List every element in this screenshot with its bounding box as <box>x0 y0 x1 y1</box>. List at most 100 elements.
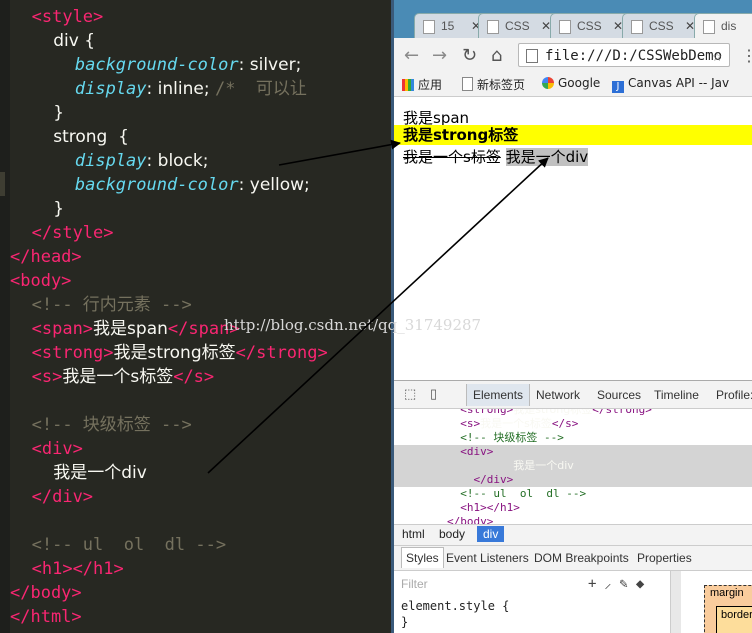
page-icon <box>487 20 499 34</box>
dom-tree[interactable]: <strong>我是strong标签</strong> <s>我是一个s标签</… <box>394 409 752 525</box>
inline-line: 我是一个s标签 我是一个div <box>403 146 589 167</box>
code-line: </html> <box>10 607 82 627</box>
code-line: background-color: silver; <box>74 55 302 75</box>
styles-subtabs: Styles Event Listeners DOM Breakpoints P… <box>394 546 752 571</box>
dom-node[interactable]: <div> <box>394 445 752 459</box>
forward-icon[interactable]: → <box>432 45 447 66</box>
tab-label: CSS <box>505 19 530 33</box>
code-line: background-color: yellow; <box>74 175 310 195</box>
tab-strip: 15 ✕ CSS ✕ CSS ✕ CSS ✕ dis <box>394 0 752 38</box>
device-icon[interactable]: ▯ <box>430 386 444 401</box>
crumb-body[interactable]: body <box>439 527 465 541</box>
address-bar[interactable]: file:///D:/CSSWebDemo <box>518 43 730 67</box>
tab-sources[interactable]: Sources <box>597 388 641 402</box>
browser-tab-active[interactable]: dis <box>694 13 752 38</box>
code-line: <s>我是一个s标签</s> <box>31 367 215 387</box>
dom-node[interactable]: <!-- 块级标签 --> <box>394 431 752 445</box>
s-element: 我是一个s标签 <box>403 148 501 166</box>
browser-tab[interactable]: CSS ✕ <box>622 13 702 38</box>
box-margin: margin border <box>704 585 752 633</box>
code-line: </style> <box>31 223 114 243</box>
back-icon[interactable]: ← <box>404 45 419 66</box>
bookmark-google[interactable]: Google <box>542 76 600 90</box>
code-line: 我是一个div <box>10 463 147 483</box>
div-element: 我是一个div <box>505 148 589 166</box>
page-icon <box>526 49 538 63</box>
tab-label: CSS <box>577 19 602 33</box>
menu-icon[interactable]: ⋮ <box>741 46 752 65</box>
code-line: display: inline; /* 可以让 <box>74 79 307 99</box>
google-icon <box>542 77 554 89</box>
browser-toolbar: ← → ↻ ⌂ file:///D:/CSSWebDemo ☆ ⋮ <box>394 38 752 72</box>
code-line: display: block; <box>74 151 209 171</box>
tab-event-listeners[interactable]: Event Listeners <box>446 551 529 565</box>
dom-node[interactable]: </div> <box>394 473 752 487</box>
code-line: <!-- 块级标签 --> <box>31 415 192 435</box>
inspect-icon[interactable]: ⬚ <box>404 386 418 401</box>
devtools-tabs: ⬚ ▯ Elements Network Sources Timeline Pr… <box>394 381 752 409</box>
tab-network[interactable]: Network <box>536 388 580 402</box>
bookmark-label: 应用 <box>418 78 443 92</box>
page-icon <box>462 77 473 91</box>
j-icon: J <box>612 81 624 93</box>
reload-icon[interactable]: ↻ <box>462 45 477 66</box>
apps-icon <box>402 79 414 91</box>
code-line: <span>我是span</span> <box>31 319 240 339</box>
code-line: <style> <box>31 7 104 27</box>
bookmark-star-icon[interactable]: ☆ <box>712 46 722 66</box>
bookmarks-bar: 应用 新标签页 Google J Canvas API -- Jav <box>394 72 752 97</box>
code-line: } <box>10 103 65 123</box>
code-line: <strong>我是strong标签</strong> <box>31 343 328 363</box>
tab-timeline[interactable]: Timeline <box>654 388 699 402</box>
bookmark-apps[interactable]: 应用 <box>402 76 442 93</box>
scrollbar[interactable] <box>670 571 681 633</box>
page-icon <box>631 20 643 34</box>
box-model: margin border <box>684 571 752 633</box>
bookmark-canvas-api[interactable]: J Canvas API -- Jav <box>612 76 729 93</box>
box-border: border <box>716 606 752 633</box>
dom-node[interactable]: <!-- ul ol dl --> <box>394 487 752 501</box>
tab-profiles[interactable]: Profile: <box>716 388 752 402</box>
bookmark-label: Google <box>558 76 601 90</box>
tab-elements[interactable]: Elements <box>466 384 531 406</box>
browser-tab[interactable]: CSS ✕ <box>478 13 558 38</box>
border-label: border <box>721 609 752 621</box>
strong-element: 我是strong标签 <box>394 125 752 145</box>
tab-properties[interactable]: Properties <box>637 551 692 565</box>
page-viewport: 我是span 我是strong标签 我是一个s标签 我是一个div <box>394 97 752 380</box>
element-style-rule[interactable]: element.style { <box>401 599 509 613</box>
filter-input[interactable]: Filter <box>401 577 428 591</box>
code-line: div { <box>10 31 96 51</box>
home-icon[interactable]: ⌂ <box>491 45 502 66</box>
dom-node[interactable]: 我是一个div <box>394 459 752 473</box>
current-line-marker <box>0 172 5 196</box>
code-line: <h1></h1> <box>31 559 124 579</box>
dom-node[interactable]: <h1></h1> <box>394 501 752 515</box>
tab-dom-breakpoints[interactable]: DOM Breakpoints <box>534 551 629 565</box>
dom-node[interactable]: <s>我是一个s标签</s> <box>394 417 752 431</box>
bookmark-label: Canvas API -- Jav <box>628 76 730 90</box>
page-icon <box>423 20 435 34</box>
browser-tab[interactable]: CSS ✕ <box>550 13 630 38</box>
code-line: <!-- ul ol dl --> <box>31 535 227 555</box>
code-line: } <box>10 199 65 219</box>
page-icon <box>703 20 715 34</box>
bookmark-newtab[interactable]: 新标签页 <box>462 76 525 93</box>
tab-label: dis <box>721 19 737 33</box>
page-icon <box>559 20 571 34</box>
browser-tab[interactable]: 15 ✕ <box>414 13 488 38</box>
crumb-div[interactable]: div <box>477 526 505 542</box>
tab-styles[interactable]: Styles <box>401 547 444 568</box>
style-toolbar-icons[interactable]: +⸝✎◆ <box>588 574 652 593</box>
dom-node[interactable]: <strong>我是strong标签</strong> <box>394 409 752 417</box>
editor-gutter <box>0 0 10 633</box>
breadcrumb: html body div <box>394 524 752 546</box>
code-line: </body> <box>10 583 82 603</box>
code-line: <div> <box>31 439 83 459</box>
styles-pane: Filter +⸝✎◆ element.style { } <box>394 571 681 633</box>
element-style-close: } <box>401 615 409 629</box>
crumb-html[interactable]: html <box>402 527 425 541</box>
code-line: <!-- 行内元素 --> <box>31 295 192 315</box>
code-line: </head> <box>10 247 82 267</box>
watermark: http://blog.csdn.net/qq_31749287 <box>224 316 482 334</box>
